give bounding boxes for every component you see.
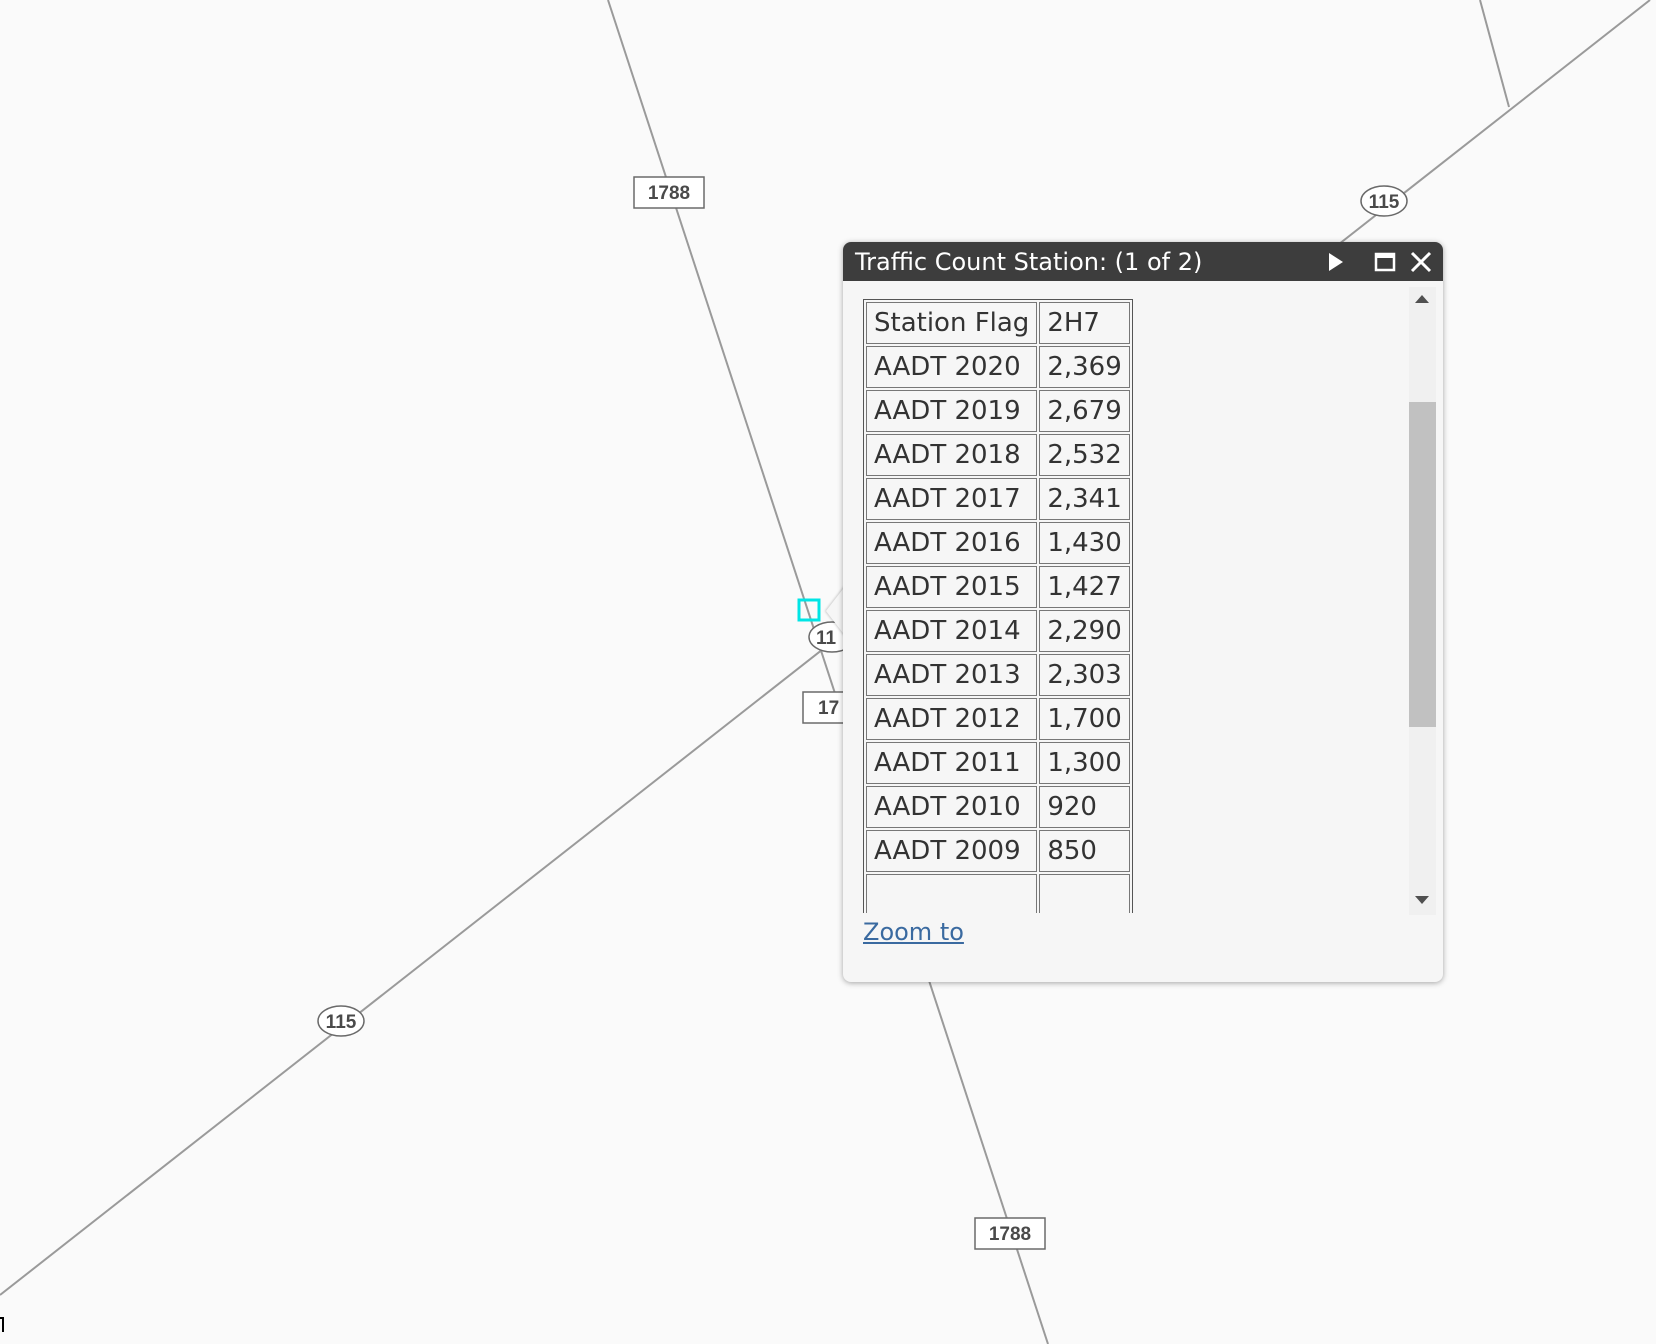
scroll-down-arrow-icon[interactable] <box>1415 896 1429 904</box>
table-row: AADT 2011 1,300 <box>866 742 1130 784</box>
attribute-value: 1,700 <box>1039 698 1130 740</box>
svg-text:1788: 1788 <box>989 1224 1031 1245</box>
attribute-value: 2,341 <box>1039 478 1130 520</box>
popup-scrollbar[interactable] <box>1409 287 1436 915</box>
attribute-value: 2,532 <box>1039 434 1130 476</box>
table-row: AADT 2015 1,427 <box>866 566 1130 608</box>
attribute-label: AADT 2020 <box>866 346 1038 388</box>
attribute-table: Station Flag 2H7 AADT 2020 2,369 AADT 2019… <box>863 299 1133 913</box>
popup-content[interactable]: Station Flag 2H7 AADT 2020 2,369 AADT 2019… <box>863 299 1383 913</box>
popup-title: Traffic Count Station: (1 of 2) <box>855 248 1203 276</box>
attribute-label: AADT 2013 <box>866 654 1038 696</box>
svg-text:115: 115 <box>1369 192 1400 213</box>
attribute-value <box>1039 874 1130 913</box>
table-row: AADT 2014 2,290 <box>866 610 1130 652</box>
attribute-label: Station Flag <box>866 302 1038 344</box>
attribute-value: 2,679 <box>1039 390 1130 432</box>
attribute-value: 2H7 <box>1039 302 1130 344</box>
scroll-up-arrow-icon[interactable] <box>1415 295 1429 303</box>
attribute-value: 1,427 <box>1039 566 1130 608</box>
attribute-value: 2,290 <box>1039 610 1130 652</box>
attribute-value: 850 <box>1039 830 1130 872</box>
table-row: AADT 2009 850 <box>866 830 1130 872</box>
table-row: AADT 2017 2,341 <box>866 478 1130 520</box>
zoom-to-link[interactable]: Zoom to <box>863 918 964 946</box>
svg-text:1788: 1788 <box>648 183 690 204</box>
table-row: AADT 2010 920 <box>866 786 1130 828</box>
table-row: AADT 2016 1,430 <box>866 522 1130 564</box>
table-row <box>866 874 1130 913</box>
table-row: AADT 2012 1,700 <box>866 698 1130 740</box>
attribute-value: 920 <box>1039 786 1130 828</box>
route-shield-1788-bottom: 1788 <box>974 1217 1046 1250</box>
route-shield-1788-top: 1788 <box>633 176 705 209</box>
table-row: Station Flag 2H7 <box>866 302 1130 344</box>
table-row: AADT 2019 2,679 <box>866 390 1130 432</box>
road-branch[interactable] <box>1479 0 1510 108</box>
maximize-icon[interactable] <box>1373 250 1397 274</box>
attribute-label: AADT 2018 <box>866 434 1038 476</box>
table-row: AADT 2020 2,369 <box>866 346 1130 388</box>
route-shield-115-top-right: 115 <box>1360 185 1408 217</box>
table-row: AADT 2013 2,303 <box>866 654 1130 696</box>
svg-text:17: 17 <box>818 698 839 719</box>
attribute-value: 1,430 <box>1039 522 1130 564</box>
attribute-label: AADT 2019 <box>866 390 1038 432</box>
attribute-label: AADT 2015 <box>866 566 1038 608</box>
attribute-label: AADT 2012 <box>866 698 1038 740</box>
attribute-label: AADT 2009 <box>866 830 1038 872</box>
traffic-count-popup: Traffic Count Station: (1 of 2) Station … <box>843 242 1443 982</box>
attribute-value: 2,369 <box>1039 346 1130 388</box>
attribute-label: AADT 2011 <box>866 742 1038 784</box>
close-icon[interactable] <box>1409 250 1433 274</box>
attribute-label: AADT 2016 <box>866 522 1038 564</box>
svg-text:115: 115 <box>326 1012 357 1033</box>
route-shield-115-lower-left: 115 <box>317 1005 365 1037</box>
table-row: AADT 2018 2,532 <box>866 434 1130 476</box>
attribute-label: AADT 2014 <box>866 610 1038 652</box>
attribute-label: AADT 2017 <box>866 478 1038 520</box>
scroll-thumb[interactable] <box>1409 402 1436 727</box>
attribute-label: AADT 2010 <box>866 786 1038 828</box>
scale-bar <box>0 1317 4 1332</box>
next-arrow-icon[interactable] <box>1323 250 1347 274</box>
attribute-value: 1,300 <box>1039 742 1130 784</box>
attribute-value: 2,303 <box>1039 654 1130 696</box>
attribute-label <box>866 874 1038 913</box>
popup-header: Traffic Count Station: (1 of 2) <box>843 242 1443 281</box>
